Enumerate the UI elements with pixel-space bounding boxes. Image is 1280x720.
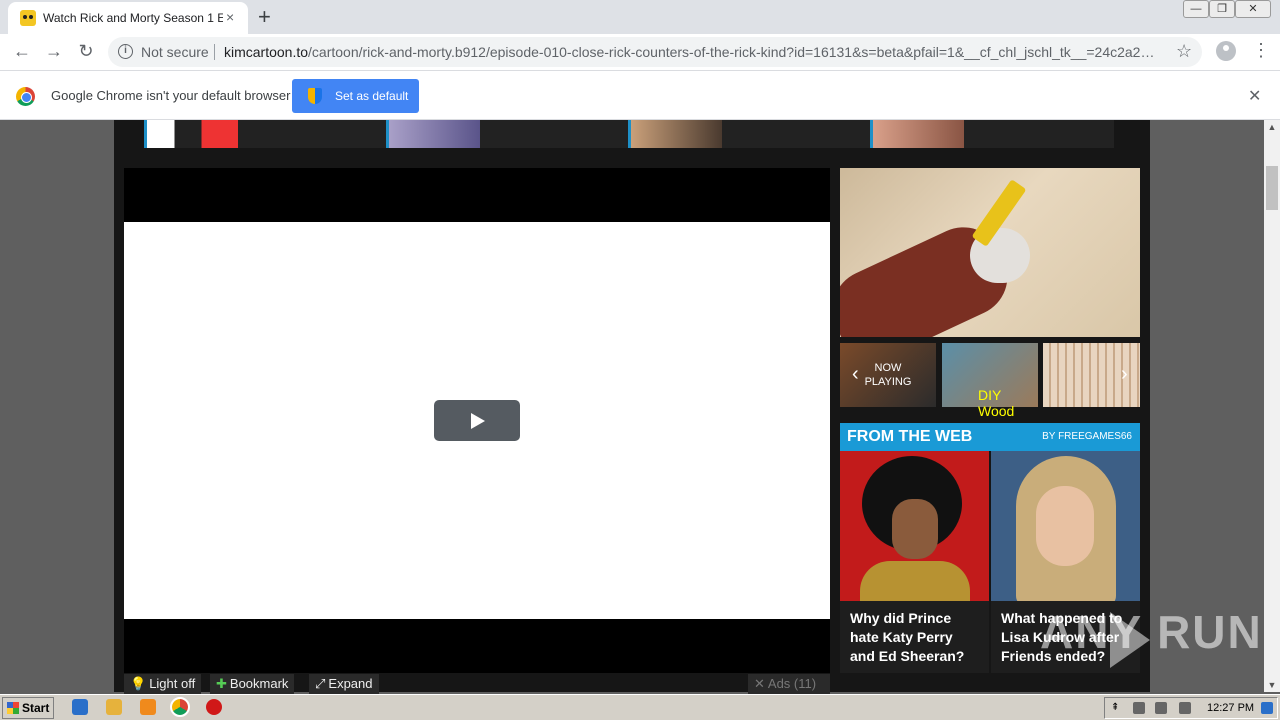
sponsored-card[interactable]: Why did Prince hate Katy Perry and Ed Sh… — [840, 451, 989, 673]
flag-icon[interactable] — [1179, 702, 1191, 714]
chevron-right-icon[interactable]: › — [1121, 363, 1128, 386]
opera-icon[interactable] — [206, 699, 222, 715]
ads-button[interactable]: ✕ Ads (11) — [748, 674, 830, 694]
forward-icon[interactable]: → — [42, 41, 66, 62]
video-player[interactable] — [124, 168, 830, 673]
sponsored-card-image — [991, 451, 1140, 601]
info-icon[interactable]: i — [118, 44, 133, 59]
url-text[interactable]: kimcartoon.to/cartoon/rick-and-morty.b91… — [224, 44, 1164, 60]
close-ads-icon: ✕ — [754, 676, 765, 691]
tab-strip: Watch Rick and Morty Season 1 Episode 10… — [0, 0, 1280, 34]
start-label: Start — [22, 701, 50, 715]
start-button[interactable]: Start — [2, 697, 54, 719]
browser-tab[interactable]: Watch Rick and Morty Season 1 Episode 10… — [8, 2, 248, 34]
chrome-menu-icon[interactable]: ⋮ — [1252, 40, 1270, 61]
shield-icon — [308, 88, 322, 104]
bookmark-star-icon[interactable]: ☆ — [1176, 41, 1192, 62]
play-button[interactable] — [434, 400, 520, 441]
ad-playlist: ‹ NOW PLAYING DIY Wood › — [840, 343, 1140, 419]
show-desktop-icon[interactable] — [1261, 702, 1273, 714]
site-favicon-icon — [20, 10, 36, 26]
related-thumbnail-strip — [144, 120, 1114, 148]
sponsored-card-headline: Why did Prince hate Katy Perry and Ed Sh… — [850, 610, 965, 664]
expand-button[interactable]: ⤢ Expand — [309, 674, 379, 694]
video-screen[interactable] — [124, 222, 830, 619]
windows-taskbar: Start ⇞ 12:27 PM — [0, 694, 1280, 720]
security-label[interactable]: Not secure — [141, 44, 209, 60]
page-scrollbar[interactable]: ▲ ▼ — [1264, 120, 1280, 692]
url-host: kimcartoon.to — [224, 44, 309, 60]
bulb-icon: 💡 — [130, 676, 147, 691]
chrome-logo-icon — [16, 87, 35, 106]
playlist-thumb[interactable]: DIY Wood — [942, 343, 1038, 419]
chevron-left-icon[interactable]: ‹ — [852, 363, 859, 386]
back-icon[interactable]: ← — [10, 41, 34, 62]
bookmark-button[interactable]: ✚ Bookmark — [210, 674, 295, 694]
ie-icon[interactable] — [72, 699, 88, 715]
minimize-button[interactable]: — — [1183, 0, 1209, 18]
new-tab-button[interactable]: + — [258, 4, 271, 30]
scroll-up-icon[interactable]: ▲ — [1264, 122, 1280, 132]
now-playing-label: NOW PLAYING — [864, 362, 912, 388]
address-bar[interactable]: i Not secure kimcartoon.to/cartoon/rick-… — [108, 37, 1202, 67]
system-tray: ⇞ 12:27 PM — [1104, 697, 1278, 719]
tab-title: Watch Rick and Morty Season 1 Episode 10 — [43, 11, 223, 25]
from-the-web-header: FROM THE WEB BY FREEGAMES66 — [840, 423, 1140, 451]
playlist-caption: DIY Wood — [978, 387, 1015, 419]
volume-icon[interactable] — [1155, 702, 1167, 714]
tab-close-icon[interactable]: × — [226, 9, 234, 25]
browser-toolbar: ← → ↻ i Not secure kimcartoon.to/cartoon… — [0, 34, 1280, 70]
ads-label: Ads (11) — [767, 676, 817, 691]
expand-icon: ⤢ — [315, 676, 326, 691]
clock: 12:27 PM — [1207, 702, 1255, 714]
content-container: 💡 Light off ✚ Bookmark ⤢ Expand ✕ Ads (11) ‹… — [114, 120, 1150, 694]
related-thumbnail[interactable] — [386, 120, 480, 148]
sponsored-card-image — [840, 451, 989, 601]
expand-label: Expand — [328, 676, 373, 691]
light-off-label: Light off — [149, 676, 196, 691]
profile-avatar-icon[interactable] — [1216, 41, 1236, 61]
infobar-close-icon[interactable]: ✕ — [1248, 86, 1261, 106]
bookmark-label: Bookmark — [229, 676, 289, 691]
close-window-button[interactable]: ✕ — [1235, 0, 1271, 18]
light-off-button[interactable]: 💡 Light off — [124, 674, 202, 694]
scroll-down-icon[interactable]: ▼ — [1264, 680, 1280, 690]
from-the-web-sponsor[interactable]: BY FREEGAMES66 — [1042, 431, 1132, 442]
ad-video[interactable] — [840, 168, 1140, 337]
playlist-thumb[interactable]: › — [1043, 343, 1140, 407]
plus-icon: ✚ — [216, 676, 227, 691]
reload-icon[interactable]: ↻ — [74, 41, 98, 62]
related-thumbnail[interactable] — [144, 120, 238, 148]
anyrun-watermark: ANY RUN — [1040, 606, 1263, 658]
folder-icon[interactable] — [106, 699, 122, 715]
network-icon[interactable] — [1133, 702, 1145, 714]
url-path: /cartoon/rick-and-morty.b912/episode-010… — [308, 44, 1155, 60]
related-thumbnail[interactable] — [870, 120, 964, 148]
media-player-icon[interactable] — [140, 699, 156, 715]
tray-expand-icon[interactable]: ⇞ — [1111, 702, 1123, 714]
default-browser-infobar: Google Chrome isn't your default browser… — [0, 70, 1280, 120]
restore-button[interactable]: ❐ — [1209, 0, 1235, 18]
omnibox-separator — [214, 44, 215, 60]
related-thumbnail[interactable] — [628, 120, 722, 148]
set-as-default-button[interactable]: Set as default — [292, 79, 419, 113]
infobar-message: Google Chrome isn't your default browser — [51, 88, 291, 103]
windows-flag-icon — [7, 702, 19, 714]
chrome-taskbar-icon[interactable] — [170, 697, 190, 717]
scroll-thumb[interactable] — [1266, 166, 1278, 210]
playlist-thumb-now-playing[interactable]: ‹ NOW PLAYING — [840, 343, 936, 407]
set-as-default-label: Set as default — [335, 89, 409, 103]
from-the-web-title: FROM THE WEB — [847, 428, 973, 445]
